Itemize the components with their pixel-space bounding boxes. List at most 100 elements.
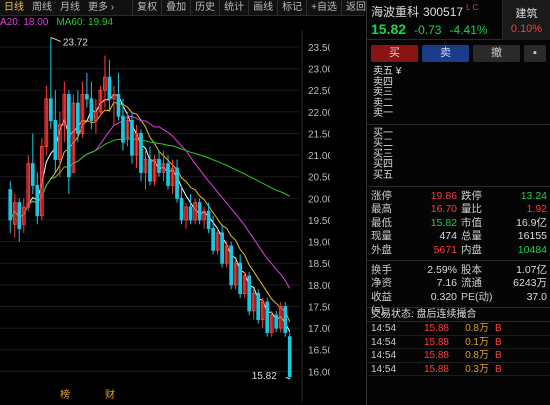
tab-1[interactable]: 周线 [28, 0, 56, 16]
stat-value: 2.59% [427, 263, 457, 276]
candle-body [89, 98, 94, 121]
candle-body [48, 98, 53, 121]
stat-label: 净资 [371, 277, 392, 290]
candle-body [238, 262, 243, 295]
ask-level-0: 卖五 ¥ [373, 66, 402, 77]
candle-body [283, 305, 288, 333]
low-price-label: 15.82 [252, 371, 277, 382]
trade-direction: B [495, 323, 502, 335]
tool-4[interactable]: 画线 [248, 0, 277, 16]
cancel-order-button[interactable]: 撤 [473, 45, 520, 62]
bid-level-1: 买二 [373, 138, 393, 149]
tool-0[interactable]: 复权 [132, 0, 161, 16]
stat-label: 换手 [371, 263, 392, 276]
tool-3[interactable]: 统计 [219, 0, 248, 16]
candle-body [85, 94, 89, 100]
stat-value: 19.86 [430, 190, 457, 202]
candle-body [256, 293, 261, 320]
sector-button[interactable]: 建筑 0.10% [502, 0, 550, 40]
sell-button[interactable]: 卖 [422, 45, 469, 62]
y-tick-label: 22.50 [308, 86, 330, 97]
y-tick-label: 20.50 [308, 173, 330, 184]
stat-label: 涨停 [371, 190, 392, 202]
buy-button[interactable]: 买 [371, 45, 418, 62]
candle-body [265, 301, 270, 333]
candle-body [17, 202, 22, 230]
tab-0[interactable]: 日线 [0, 0, 28, 16]
y-tick-label: 16.00 [308, 367, 330, 378]
ma60-label: MA60: 19.94 [56, 17, 114, 28]
stat-row: 外盘 5671 内盘 10484 [367, 244, 550, 257]
candle-body [206, 210, 211, 230]
add-favorite-button[interactable]: +自选 [306, 0, 341, 16]
stat-label: 现量 [371, 230, 392, 243]
stat-row: 现量 474 总量 16155 [367, 230, 550, 243]
stat-label: 量比 [461, 203, 482, 216]
current-price: 15.82 [371, 21, 407, 37]
trade-price: 15.88 [423, 336, 449, 348]
stock-code: 300517 [423, 5, 464, 19]
candle-body [157, 158, 161, 173]
tool-1[interactable]: 叠加 [161, 0, 190, 16]
ma-legend: A20: 18.00 MA60: 19.94 [0, 17, 113, 30]
stat-row: 净资 7.16 流通 6243万 [367, 277, 550, 290]
ma20-label: A20: 18.00 [0, 17, 49, 28]
tool-5[interactable]: 标记 [277, 0, 306, 16]
stat-row: 最低 15.82 市值 16.9亿 [367, 217, 550, 230]
trade-price: 15.88 [423, 323, 449, 335]
ask-level-3: 卖二 [373, 97, 393, 109]
tick-trades-list[interactable]: 14:54 15.88 0.8万 B 14:54 15.88 0.1万 B 14:54 15.88… [367, 322, 550, 377]
high-pointer [50, 36, 62, 42]
stat-row: 换手 2.59% 股本 1.07亿 [367, 264, 550, 277]
price-change: -0.73 [414, 23, 442, 37]
ranking-marker: 榜 [60, 388, 70, 401]
trade-row: 14:54 15.88 0.3万 B [367, 363, 550, 377]
candle-body [229, 245, 233, 286]
stock-name: 海波重科 [371, 5, 420, 19]
candle-body [35, 184, 40, 217]
more-icon[interactable]: ▪ [524, 45, 546, 62]
tool-2[interactable]: 历史 [190, 0, 219, 16]
y-tick-label: 20.00 [308, 194, 330, 205]
bid-level-3: 买四 [373, 159, 393, 170]
stat-value: 10484 [517, 243, 547, 256]
y-tick-label: 17.50 [308, 302, 330, 313]
candle-body [211, 228, 215, 251]
bid-level-2: 买三 [373, 148, 393, 160]
candle-body [274, 314, 279, 329]
fundamental-stats: 换手 2.59% 股本 1.07亿 净资 7.16 流通 6243万 收益(≡) 0.320 PE(… [367, 261, 550, 316]
quote-stats: 涨停 19.86 跌停 13.24 最高 16.70 量比 1.92 最低 15.82 市值 16.9… [367, 187, 550, 261]
stat-label: 最高 [371, 203, 392, 216]
candle-body [166, 163, 170, 186]
high-price-label: 23.72 [63, 37, 88, 48]
ask-level-4: 卖一 [373, 108, 393, 119]
bid-level-4: 买五 [373, 169, 393, 181]
bid-level-0: 买一 [373, 127, 393, 139]
candle-body [197, 202, 202, 221]
y-tick-label: 21.00 [308, 151, 330, 162]
tab-2[interactable]: 月线 [56, 0, 84, 16]
tab-3[interactable]: 更多 › [84, 0, 118, 16]
stat-label: 内盘 [461, 243, 482, 256]
candle-body [30, 163, 35, 186]
stat-label: 股本 [461, 263, 482, 276]
trade-volume: 0.8万 [465, 350, 489, 362]
candlestick-chart[interactable]: 23.50 23.00 22.50 22.00 21.50 21.00 20.50 20.00… [0, 30, 330, 402]
sector-name: 建筑 [515, 8, 538, 20]
trade-price: 15.88 [423, 350, 449, 362]
trade-direction: B [495, 336, 502, 348]
stat-value: 474 [439, 230, 457, 243]
y-tick-label: 16.50 [308, 346, 330, 357]
y-tick-label: 23.00 [308, 65, 330, 76]
trade-price: 15.88 [423, 363, 449, 375]
trade-volume: 0.3万 [465, 363, 489, 375]
stat-row: 收益(≡) 0.320 PE(动) 37.0 [367, 291, 550, 316]
stat-value: 16.70 [430, 203, 457, 216]
quote-panel: 海波重科 300517 L C 15.82 -0.73 -4.41% 建筑 0.10… [366, 0, 550, 405]
stock-header: 海波重科 300517 L C 15.82 -0.73 -4.41% 建筑 0.10… [367, 0, 550, 40]
candle-body [130, 120, 134, 156]
stat-label: 跌停 [461, 190, 482, 202]
candle-body [179, 197, 184, 221]
trade-time: 14:54 [371, 363, 397, 375]
candle-body [139, 132, 143, 173]
